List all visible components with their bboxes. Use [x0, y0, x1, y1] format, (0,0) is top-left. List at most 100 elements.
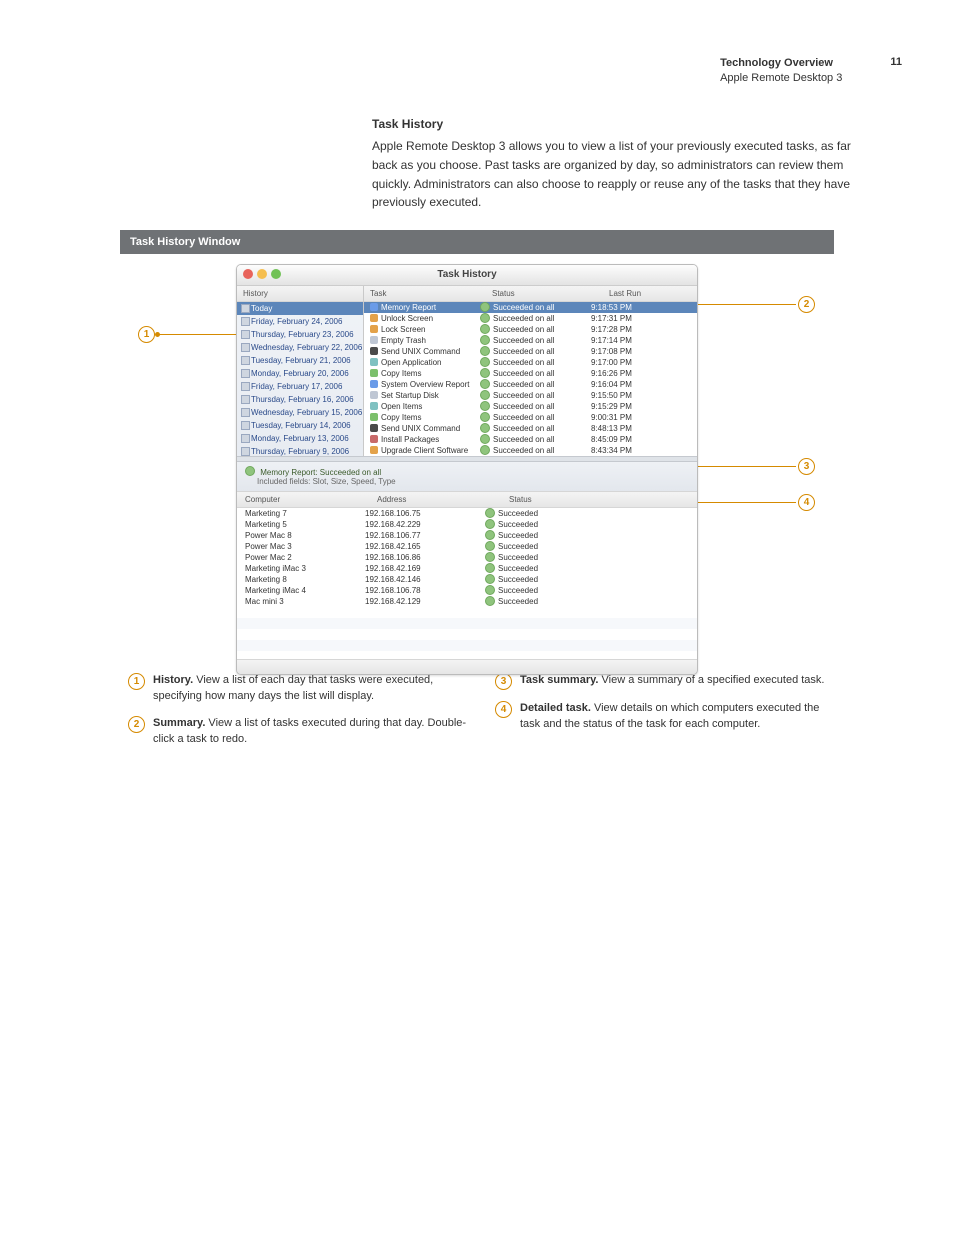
detail-status: Succeeded — [498, 563, 538, 574]
detail-status: Succeeded — [498, 541, 538, 552]
task-row[interactable]: Send UNIX Command Succeeded on all 9:17:08… — [364, 346, 697, 357]
sidebar-item[interactable]: Wednesday, February 22, 2006 — [237, 341, 363, 354]
detail-row[interactable]: Power Mac 3192.168.42.165Succeeded — [237, 541, 697, 552]
task-summary-bar: Memory Report: Succeeded on all Included… — [237, 462, 697, 492]
success-icon — [480, 346, 490, 356]
task-name: Memory Report — [381, 302, 436, 313]
task-row[interactable]: Open ApplicationSucceeded on all9:17:00 … — [364, 357, 697, 368]
sidebar-item[interactable]: Tuesday, February 21, 2006 — [237, 354, 363, 367]
window-titlebar[interactable]: Task History — [237, 265, 697, 286]
task-last-run: 9:16:26 PM — [585, 368, 697, 379]
task-row[interactable]: Send UNIX CommandSucceeded on all8:48:13… — [364, 423, 697, 434]
task-row[interactable]: Open ItemsSucceeded on all9:15:29 PM — [364, 401, 697, 412]
success-icon — [480, 302, 490, 312]
task-name: Open Items — [381, 401, 422, 412]
task-row[interactable]: Install PackagesSucceeded on all8:45:09 … — [364, 434, 697, 445]
minimize-icon[interactable] — [257, 269, 267, 279]
task-row[interactable]: Empty TrashSucceeded on all9:17:14 PM — [364, 335, 697, 346]
task-row[interactable]: Upgrade Client SoftwareSucceeded on all8… — [364, 445, 697, 456]
task-icon — [370, 413, 378, 421]
task-last-run: 9:17:14 PM — [585, 335, 697, 346]
sidebar-item[interactable]: Monday, February 20, 2006 — [237, 367, 363, 380]
task-last-run: 9:17:08 PM — [585, 346, 697, 357]
success-icon — [480, 390, 490, 400]
sidebar-item[interactable]: Tuesday, February 14, 2006 — [237, 419, 363, 432]
task-status: Succeeded on all — [493, 313, 554, 324]
task-last-run: 9:18:53 PM — [585, 302, 697, 313]
col-lastrun-hdr[interactable]: Last Run — [603, 286, 697, 301]
col-computer-hdr[interactable]: Computer — [237, 492, 371, 507]
detail-computer: Marketing iMac 4 — [237, 585, 365, 596]
detail-computer: Marketing 7 — [237, 508, 365, 519]
tasks-pane[interactable]: Task Status Last Run Memory ReportSuccee… — [364, 286, 697, 456]
detail-header-row: Computer Address Status — [237, 492, 697, 508]
task-last-run: 9:15:29 PM — [585, 401, 697, 412]
task-name: Lock Screen — [381, 324, 425, 335]
sidebar-item[interactable]: Today — [237, 302, 363, 315]
detail-address: 192.168.42.169 — [365, 563, 485, 574]
task-icon — [370, 369, 378, 377]
body-column: Task History Apple Remote Desktop 3 allo… — [372, 115, 864, 212]
task-row[interactable]: System Overview ReportSucceeded on all9:… — [364, 379, 697, 390]
task-status: Succeeded on all — [493, 368, 554, 379]
task-status: Succeeded on all — [493, 324, 554, 335]
task-row[interactable]: Memory ReportSucceeded on all9:18:53 PM — [364, 302, 697, 313]
task-status: Succeeded on all — [493, 445, 554, 456]
col-address-hdr[interactable]: Address — [371, 492, 503, 507]
sidebar-item[interactable]: Friday, February 24, 2006 — [237, 315, 363, 328]
detail-row[interactable]: Marketing 8192.168.42.146Succeeded — [237, 574, 697, 585]
close-icon[interactable] — [243, 269, 253, 279]
task-status: Succeeded on all — [493, 423, 554, 434]
task-row[interactable]: Unlock ScreenSucceeded on all9:17:31 PM — [364, 313, 697, 324]
task-icon — [370, 336, 378, 344]
task-icon — [370, 380, 378, 388]
task-name: Unlock Screen — [381, 313, 433, 324]
sidebar-item[interactable]: Friday, February 17, 2006 — [237, 380, 363, 393]
success-icon — [485, 574, 495, 584]
sidebar-item[interactable]: Monday, February 13, 2006 — [237, 432, 363, 445]
detail-status: Succeeded — [498, 530, 538, 541]
detail-address: 192.168.106.75 — [365, 508, 485, 519]
sidebar-item[interactable]: Thursday, February 16, 2006 — [237, 393, 363, 406]
success-icon — [485, 552, 495, 562]
doc-subtitle: Apple Remote Desktop 3 — [720, 72, 842, 84]
detail-status: Succeeded — [498, 596, 538, 607]
col-status-hdr[interactable]: Status — [486, 286, 603, 301]
sidebar-item[interactable]: Wednesday, February 15, 2006 — [237, 406, 363, 419]
detail-row[interactable]: Marketing 7192.168.106.75Succeeded — [237, 508, 697, 519]
col-task-hdr[interactable]: Task — [364, 286, 486, 301]
success-icon — [480, 357, 490, 367]
doc-title: Technology Overview — [720, 57, 833, 69]
detail-row[interactable]: Marketing 5192.168.42.229Succeeded — [237, 519, 697, 530]
task-status: Succeeded on all — [493, 390, 554, 401]
history-sidebar[interactable]: History TodayFriday, February 24, 2006Th… — [237, 286, 364, 456]
task-name: Empty Trash — [381, 335, 426, 346]
detail-row[interactable]: Marketing iMac 3192.168.42.169Succeeded — [237, 563, 697, 574]
callout-3: 3 — [798, 458, 815, 475]
detail-row[interactable]: Power Mac 2192.168.106.86Succeeded — [237, 552, 697, 563]
detail-row[interactable]: Mac mini 3192.168.42.129Succeeded — [237, 596, 697, 607]
task-icon — [370, 358, 378, 366]
task-row[interactable]: Set Startup DiskSucceeded on all9:15:50 … — [364, 390, 697, 401]
detail-body[interactable]: Marketing 7192.168.106.75SucceededMarket… — [237, 508, 697, 607]
legend-num-2: 2 — [128, 716, 145, 733]
task-row[interactable]: Lock ScreenSucceeded on all9:17:28 PM — [364, 324, 697, 335]
task-row[interactable]: Copy ItemsSucceeded on all9:16:26 PM — [364, 368, 697, 379]
detail-row[interactable]: Marketing iMac 4192.168.106.78Succeeded — [237, 585, 697, 596]
success-icon — [485, 519, 495, 529]
task-row[interactable]: Copy ItemsSucceeded on all9:00:31 PM — [364, 412, 697, 423]
task-last-run: 9:17:00 PM — [585, 357, 697, 368]
detail-status: Succeeded — [498, 574, 538, 585]
legend-num-3: 3 — [495, 673, 512, 690]
task-name: System Overview Report — [381, 379, 469, 390]
sidebar-item[interactable]: Thursday, February 23, 2006 — [237, 328, 363, 341]
legend-item-1: 1 History. View a list of each day that … — [128, 672, 467, 705]
detail-row[interactable]: Power Mac 8192.168.106.77Succeeded — [237, 530, 697, 541]
window-controls[interactable] — [243, 269, 281, 279]
task-name: Send UNIX Command — [381, 346, 460, 357]
task-status: Succeeded on all — [493, 346, 554, 357]
zoom-icon[interactable] — [271, 269, 281, 279]
col-detail-status-hdr[interactable]: Status — [503, 492, 697, 507]
sidebar-item[interactable]: Thursday, February 9, 2006 — [237, 445, 363, 456]
task-status: Succeeded on all — [493, 357, 554, 368]
